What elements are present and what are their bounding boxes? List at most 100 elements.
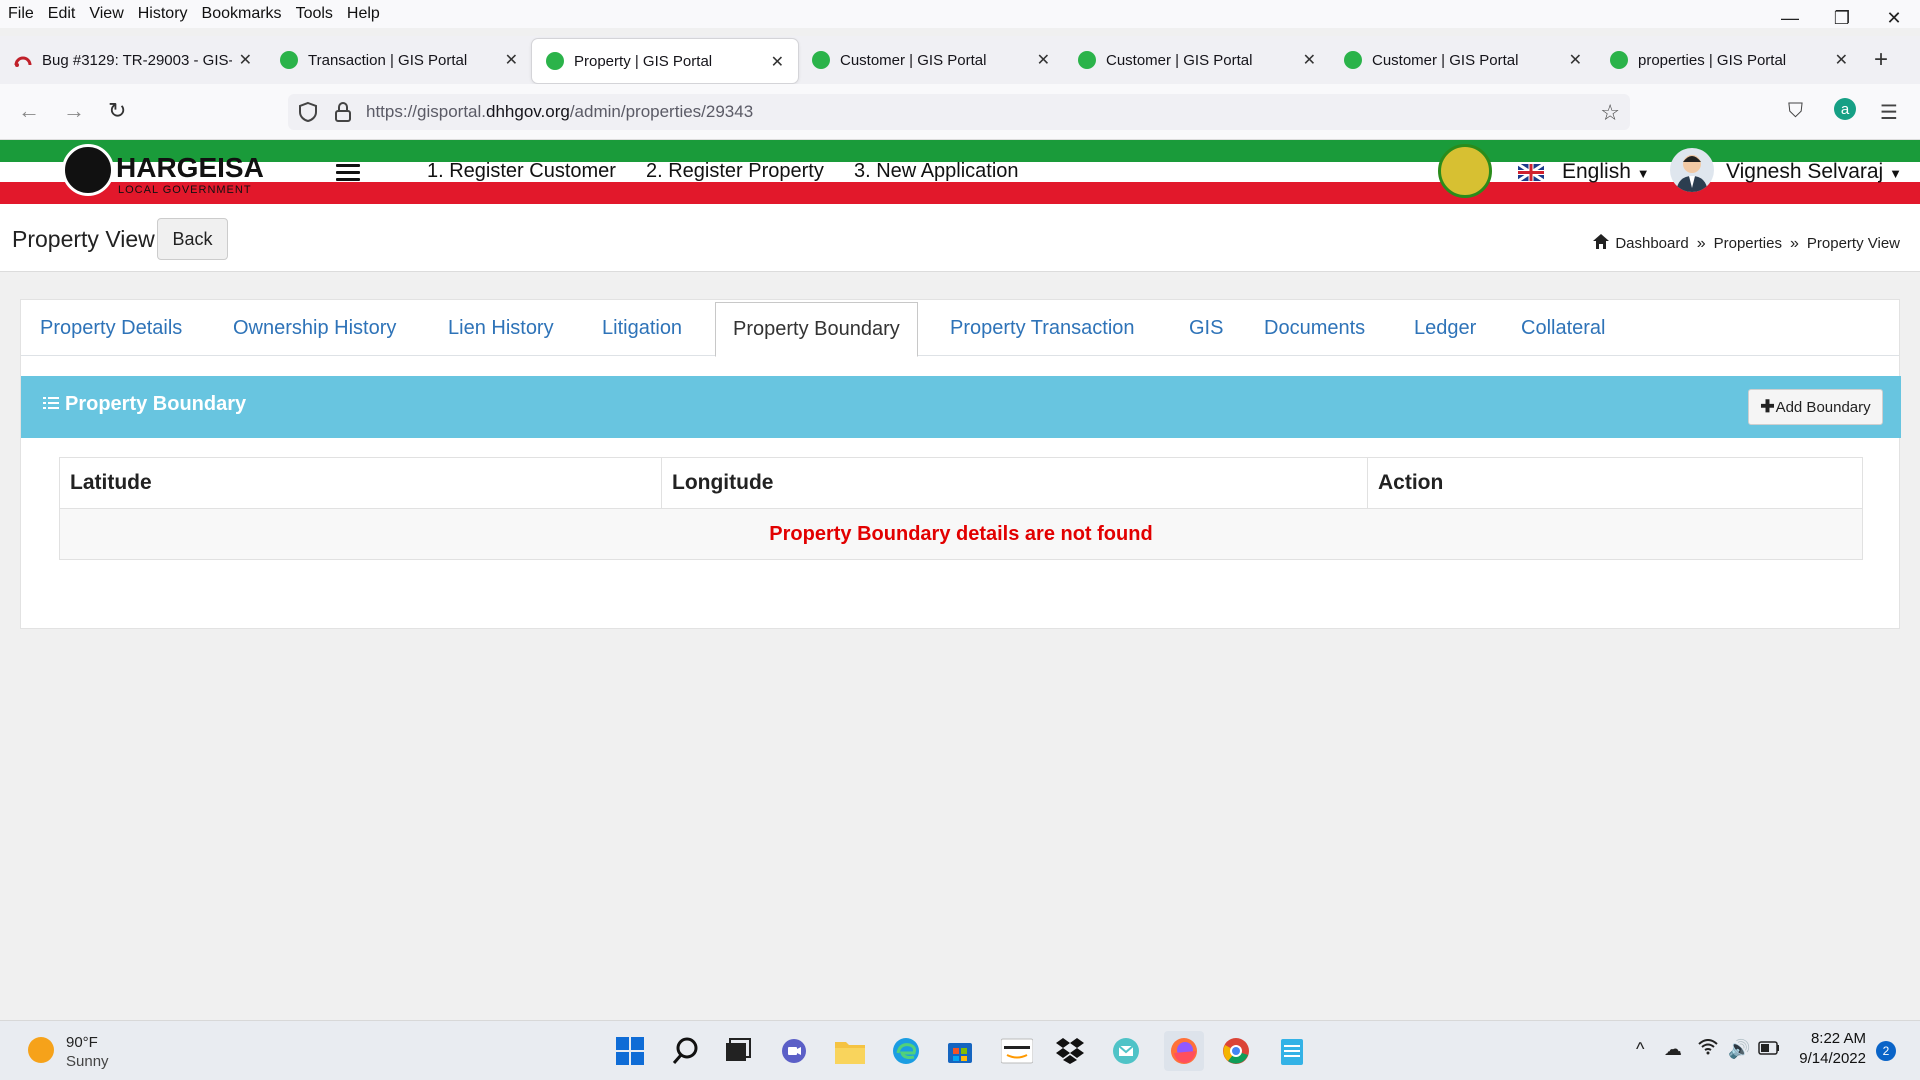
plus-icon: ✚ — [1760, 397, 1775, 416]
close-tab-icon[interactable]: ✕ — [1835, 50, 1848, 70]
hargeisa-logo[interactable]: HARGEISA LOCAL GOVERNMENT — [62, 144, 264, 198]
column-longitude: Longitude — [661, 457, 1368, 509]
menu-tools[interactable]: Tools — [296, 5, 333, 23]
start-icon[interactable] — [614, 1035, 646, 1067]
gis-portal-favicon — [1610, 51, 1628, 69]
list-icon — [43, 393, 59, 416]
add-boundary-button[interactable]: ✚ Add Boundary — [1748, 389, 1883, 425]
amazon-icon[interactable] — [1000, 1035, 1034, 1067]
page-title: Property View — [12, 226, 155, 252]
close-window-icon[interactable]: ✕ — [1868, 0, 1920, 36]
property-tabs: Property Details Ownership History Lien … — [21, 300, 1899, 357]
onedrive-icon[interactable]: ☁ — [1664, 1039, 1682, 1060]
search-icon[interactable] — [670, 1035, 702, 1067]
page-header: Property View Back Dashboard » Propertie… — [0, 204, 1920, 272]
tab-gis[interactable]: GIS — [1189, 300, 1223, 356]
browser-tab[interactable]: Customer | GIS Portal ✕ — [1330, 37, 1596, 83]
pocket-icon[interactable]: ⛉ — [1788, 100, 1803, 123]
tab-litigation[interactable]: Litigation — [602, 300, 682, 356]
tab-ownership-history[interactable]: Ownership History — [233, 300, 396, 356]
restore-icon[interactable]: ❐ — [1816, 0, 1868, 36]
dropbox-icon[interactable] — [1054, 1035, 1086, 1067]
browser-tab-active[interactable]: Property | GIS Portal ✕ — [532, 39, 798, 83]
new-application-link[interactable]: 3. New Application — [854, 160, 1019, 183]
shield-icon[interactable] — [298, 101, 318, 123]
back-arrow-icon[interactable]: ← — [18, 98, 40, 124]
breadcrumb-properties[interactable]: Properties — [1714, 235, 1782, 252]
forward-arrow-icon[interactable]: → — [63, 98, 85, 124]
sun-icon — [28, 1037, 54, 1063]
address-bar[interactable]: https://gisportal.dhhgov.org/admin/prope… — [288, 94, 1630, 130]
menu-view[interactable]: View — [89, 5, 123, 23]
register-customer-link[interactable]: 1. Register Customer — [427, 160, 616, 183]
tab-property-details[interactable]: Property Details — [40, 300, 182, 356]
system-clock[interactable]: 8:22 AM 9/14/2022 — [1798, 1030, 1866, 1067]
browser-tab[interactable]: Customer | GIS Portal ✕ — [798, 37, 1064, 83]
close-tab-icon[interactable]: ✕ — [1303, 50, 1316, 70]
empty-state-message: Property Boundary details are not found — [59, 508, 1863, 560]
edge-icon[interactable] — [890, 1035, 922, 1067]
register-property-link[interactable]: 2. Register Property — [646, 160, 824, 183]
menu-bookmarks[interactable]: Bookmarks — [202, 5, 282, 23]
tab-documents[interactable]: Documents — [1264, 300, 1365, 356]
column-latitude: Latitude — [59, 457, 662, 509]
clock-time: 8:22 AM — [1810, 1030, 1866, 1047]
new-tab-icon[interactable]: + — [1874, 46, 1888, 74]
microsoft-store-icon[interactable] — [944, 1035, 976, 1067]
menu-file[interactable]: File — [8, 5, 34, 23]
menu-help[interactable]: Help — [347, 5, 380, 23]
hamburger-menu-icon[interactable]: ☰ — [1880, 100, 1898, 125]
reload-icon[interactable]: ↻ — [108, 98, 126, 124]
url-text: https://gisportal.dhhgov.org/admin/prope… — [366, 102, 754, 121]
notification-badge[interactable]: 2 — [1876, 1041, 1896, 1061]
language-dropdown[interactable]: English ▼ — [1562, 160, 1650, 184]
tab-lien-history[interactable]: Lien History — [448, 300, 554, 356]
browser-tab[interactable]: properties | GIS Portal ✕ — [1596, 37, 1862, 83]
logo-emblem — [62, 144, 114, 196]
wifi-icon[interactable] — [1698, 1039, 1718, 1060]
notepad-icon[interactable] — [1276, 1035, 1308, 1067]
home-icon — [1593, 234, 1610, 253]
tab-ledger[interactable]: Ledger — [1414, 300, 1476, 356]
uk-flag-icon — [1517, 162, 1545, 183]
mail-icon[interactable] — [1110, 1035, 1142, 1067]
tab-property-transaction[interactable]: Property Transaction — [950, 300, 1135, 356]
battery-icon[interactable] — [1758, 1039, 1780, 1060]
browser-tab[interactable]: Customer | GIS Portal ✕ — [1064, 37, 1330, 83]
menu-edit[interactable]: Edit — [48, 5, 76, 23]
gis-portal-favicon — [546, 52, 564, 70]
breadcrumb-dashboard[interactable]: Dashboard — [1615, 235, 1688, 252]
browser-tab[interactable]: Transaction | GIS Portal ✕ — [266, 37, 532, 83]
tab-title: Transaction | GIS Portal — [308, 51, 468, 69]
minimize-icon[interactable]: — — [1764, 0, 1816, 36]
lock-icon[interactable] — [334, 101, 352, 123]
bookmark-star-icon[interactable]: ☆ — [1600, 100, 1620, 126]
close-tab-icon[interactable]: ✕ — [771, 52, 784, 72]
user-menu-dropdown[interactable]: Vignesh Selvaraj ▼ — [1726, 160, 1902, 184]
firefox-icon[interactable] — [1164, 1031, 1204, 1071]
close-tab-icon[interactable]: ✕ — [239, 50, 252, 70]
close-tab-icon[interactable]: ✕ — [1569, 50, 1582, 70]
sidebar-toggle-icon[interactable] — [336, 164, 360, 185]
tab-title: Customer | GIS Portal — [1372, 51, 1519, 69]
browser-tab[interactable]: Bug #3129: TR-29003 - GIS-H ✕ — [0, 37, 266, 83]
breadcrumb-separator: » — [1696, 234, 1706, 252]
avatar[interactable] — [1670, 148, 1714, 192]
header-green-stripe — [0, 140, 1920, 162]
property-card: Property Details Ownership History Lien … — [20, 299, 1901, 629]
close-tab-icon[interactable]: ✕ — [1037, 50, 1050, 70]
file-explorer-icon[interactable] — [834, 1035, 866, 1067]
menu-history[interactable]: History — [138, 5, 188, 23]
volume-icon[interactable]: 🔊 — [1728, 1039, 1750, 1060]
tab-collateral[interactable]: Collateral — [1521, 300, 1605, 356]
extension-icon[interactable]: a — [1834, 98, 1856, 120]
close-tab-icon[interactable]: ✕ — [505, 50, 518, 70]
back-button[interactable]: Back — [157, 218, 228, 260]
chevron-up-icon[interactable]: ^ — [1636, 1039, 1644, 1060]
task-view-icon[interactable] — [722, 1035, 754, 1067]
logo-name: HARGEISA — [116, 152, 264, 183]
chat-icon[interactable] — [778, 1035, 810, 1067]
tab-title: properties | GIS Portal — [1638, 51, 1787, 69]
tab-property-boundary[interactable]: Property Boundary — [715, 302, 918, 357]
chrome-icon[interactable] — [1220, 1035, 1252, 1067]
